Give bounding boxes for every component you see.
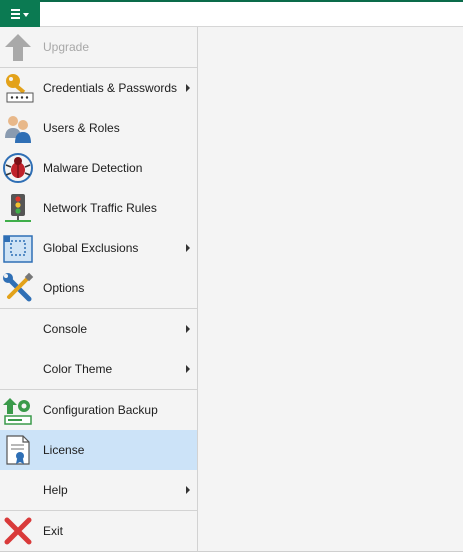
exit-x-icon <box>2 515 34 547</box>
menu-item-upgrade[interactable]: Upgrade <box>0 27 197 67</box>
main-content-area <box>198 27 463 551</box>
wrench-screwdriver-icon <box>2 272 34 304</box>
top-bar <box>0 0 463 27</box>
exclusion-icon <box>2 232 34 264</box>
traffic-light-icon <box>2 192 34 224</box>
menu-item-configuration-backup[interactable]: Configuration Backup <box>0 389 197 430</box>
menu-item-network-traffic-rules[interactable]: Network Traffic Rules <box>0 188 197 228</box>
menu-item-color-theme[interactable]: Color Theme <box>0 349 197 389</box>
menu-item-options[interactable]: Options <box>0 268 197 308</box>
menu-item-exit[interactable]: Exit <box>0 510 197 551</box>
menu-item-users-roles[interactable]: Users & Roles <box>0 108 197 148</box>
menu-item-credentials-passwords[interactable]: Credentials & Passwords <box>0 67 197 108</box>
menu-item-label: Global Exclusions <box>43 241 139 255</box>
bottom-strip <box>0 552 463 557</box>
license-document-icon <box>2 434 34 466</box>
users-icon <box>2 112 34 144</box>
config-backup-icon <box>2 394 34 426</box>
menu-item-label: Options <box>43 281 85 295</box>
bug-icon <box>2 152 34 184</box>
menu-item-label: Credentials & Passwords <box>43 81 178 95</box>
menu-item-label: Network Traffic Rules <box>43 201 157 215</box>
menu-item-label: Users & Roles <box>43 121 120 135</box>
menu-item-label: Malware Detection <box>43 161 143 175</box>
submenu-arrow-icon <box>186 244 190 252</box>
menu-item-label: Console <box>43 322 88 336</box>
menu-item-label: Upgrade <box>43 40 90 54</box>
hamburger-menu-icon <box>11 8 20 19</box>
menu-item-label: Configuration Backup <box>43 403 158 417</box>
menu-item-label: License <box>43 443 85 457</box>
menu-item-label: Help <box>43 483 68 497</box>
submenu-arrow-icon <box>186 365 190 373</box>
key-icon <box>2 72 34 104</box>
submenu-arrow-icon <box>186 84 190 92</box>
menu-item-console[interactable]: Console <box>0 308 197 349</box>
menu-item-global-exclusions[interactable]: Global Exclusions <box>0 228 197 268</box>
menu-item-license[interactable]: License <box>0 430 197 470</box>
menu-item-help[interactable]: Help <box>0 470 197 510</box>
menu-item-malware-detection[interactable]: Malware Detection <box>0 148 197 188</box>
upgrade-arrow-icon <box>2 31 34 63</box>
submenu-arrow-icon <box>186 325 190 333</box>
caret-down-icon <box>23 12 29 17</box>
main-menu-button[interactable] <box>0 0 40 27</box>
submenu-arrow-icon <box>186 486 190 494</box>
top-accent-line <box>0 0 463 2</box>
menu-item-label: Exit <box>43 524 64 538</box>
main-menu-panel: Upgrade Credentials & Passwords Users & … <box>0 27 198 551</box>
menu-item-label: Color Theme <box>43 362 113 376</box>
